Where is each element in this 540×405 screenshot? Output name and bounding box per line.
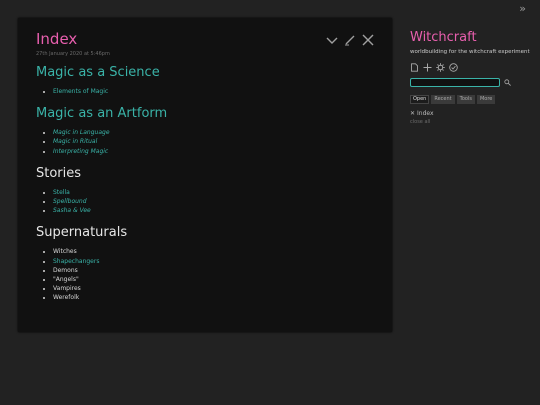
- tab-open[interactable]: Open: [410, 95, 430, 104]
- list-item: Shapechangers: [53, 257, 374, 266]
- section-heading-supernaturals: Supernaturals: [36, 225, 128, 241]
- close-all-button[interactable]: close all: [410, 119, 535, 125]
- list-item: "Angels": [53, 275, 374, 284]
- gear-icon[interactable]: [436, 63, 445, 72]
- list-item: Magic in Ritual: [53, 137, 374, 146]
- sidebar: Witchcraft worldbuilding for the witchcr…: [410, 30, 535, 125]
- open-item-link[interactable]: Index: [417, 110, 434, 118]
- plus-icon[interactable]: [423, 63, 432, 72]
- tab-recent[interactable]: Recent: [431, 95, 455, 104]
- section-heading-stories: Stories: [36, 165, 82, 181]
- section-list-stories: Stella Spellbound Sasha & Vee: [36, 188, 374, 216]
- close-icon[interactable]: ✕: [410, 110, 415, 118]
- item-elements-of-magic[interactable]: Elements of Magic: [53, 88, 108, 95]
- search-input[interactable]: [410, 78, 500, 87]
- list-item: Sasha & Vee: [53, 206, 374, 215]
- item-demons: Demons: [53, 266, 78, 274]
- item-interpreting-magic[interactable]: Interpreting Magic: [53, 148, 108, 155]
- item-stella[interactable]: Stella: [53, 189, 70, 196]
- open-item: ✕ Index: [410, 110, 535, 118]
- section-list-magic-as-a-science: Elements of Magic: [36, 87, 374, 96]
- edit-pencil-icon[interactable]: [344, 34, 356, 46]
- list-item: Demons: [53, 266, 374, 275]
- item-spellbound[interactable]: Spellbound: [53, 198, 87, 205]
- item-magic-in-ritual[interactable]: Magic in Ritual: [53, 138, 97, 145]
- tab-more[interactable]: More: [476, 95, 496, 104]
- search-row: [410, 78, 535, 87]
- tiddler-panel: Index 27th January 2020 at 5:46pm Magic …: [18, 18, 392, 332]
- tiddler-title: Index: [36, 30, 78, 48]
- sidebar-tabs: Open Recent Tools More: [410, 95, 535, 104]
- item-witches: Witches: [53, 248, 77, 256]
- list-item: Werefolk: [53, 293, 374, 302]
- item-werefolk: Werefolk: [53, 294, 80, 302]
- list-item: Witches: [53, 247, 374, 256]
- sidebar-toggle-icon[interactable]: »: [519, 3, 526, 15]
- open-tiddlers-list: ✕ Index: [410, 110, 535, 118]
- page-controls: [410, 63, 535, 72]
- item-shapechangers[interactable]: Shapechangers: [53, 258, 99, 265]
- item-sasha-vee[interactable]: Sasha & Vee: [53, 207, 91, 214]
- item-vampires: Vampires: [53, 285, 81, 293]
- site-title[interactable]: Witchcraft: [410, 30, 535, 46]
- tiddler-body: Magic as a Science Elements of Magic Magic…: [36, 65, 374, 303]
- chevron-down-icon[interactable]: [326, 34, 338, 46]
- check-circle-icon[interactable]: [449, 63, 458, 72]
- tiddler-subtitle: 27th January 2020 at 5:46pm: [36, 51, 110, 57]
- tiddler-controls: [326, 34, 374, 46]
- search-icon[interactable]: [504, 79, 511, 86]
- site-subtitle: worldbuilding for the witchcraft experim…: [410, 49, 530, 55]
- list-item: Magic in Language: [53, 128, 374, 137]
- new-tiddler-icon[interactable]: [410, 63, 419, 72]
- tab-tools[interactable]: Tools: [456, 95, 475, 104]
- item-magic-in-language[interactable]: Magic in Language: [53, 129, 110, 136]
- list-item: Stella: [53, 188, 374, 197]
- list-item: Spellbound: [53, 197, 374, 206]
- section-heading-magic-as-a-science[interactable]: Magic as a Science: [36, 65, 374, 81]
- list-item: Interpreting Magic: [53, 147, 374, 156]
- section-list-supernaturals: Witches ShapechangersDemons "Angels"Vampir…: [36, 247, 374, 302]
- section-heading-magic-as-an-artform[interactable]: Magic as an Artform: [36, 106, 374, 122]
- item-angels: "Angels": [53, 276, 79, 284]
- list-item: Vampires: [53, 284, 374, 293]
- list-item: Elements of Magic: [53, 87, 374, 96]
- section-list-magic-as-an-artform: Magic in Language Magic in Ritual Interpre…: [36, 128, 374, 156]
- close-icon[interactable]: [362, 34, 374, 46]
